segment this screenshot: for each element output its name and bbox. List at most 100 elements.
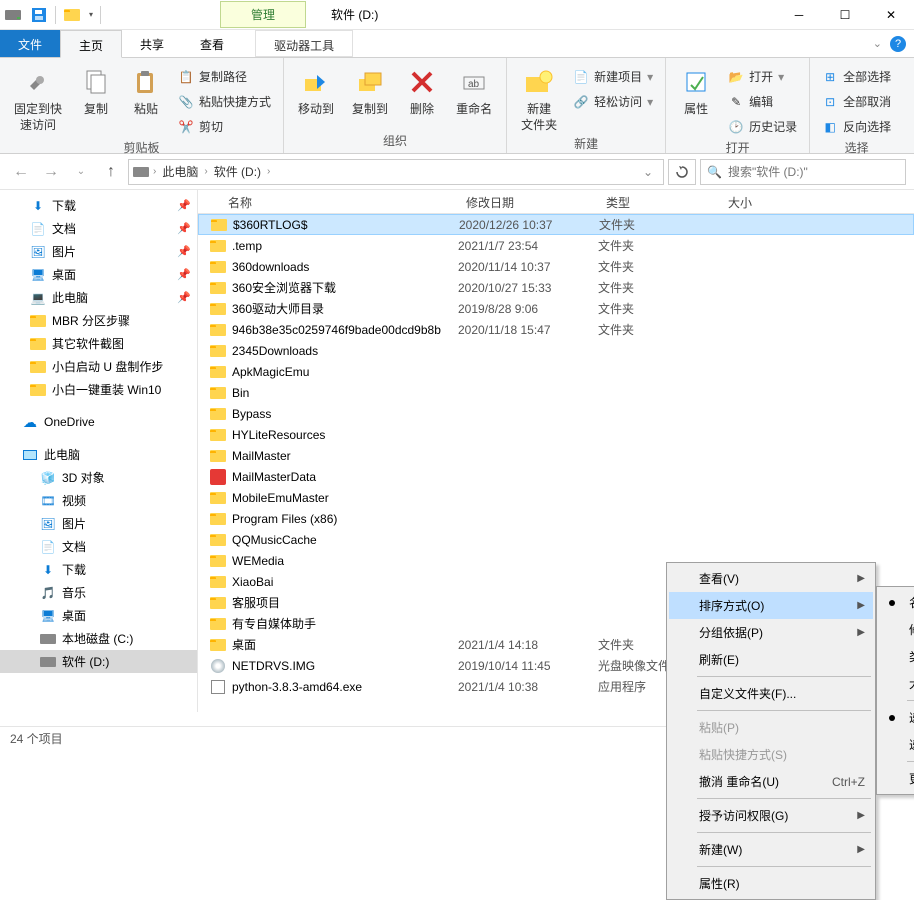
tab-drive-tools[interactable]: 驱动器工具 [255, 30, 353, 57]
open-button[interactable]: 📂打开 ▾ [724, 66, 801, 87]
save-icon[interactable] [29, 5, 49, 25]
tree-onedrive[interactable]: ☁OneDrive [0, 411, 197, 433]
tree-item[interactable]: 本地磁盘 (C:) [0, 627, 197, 650]
history-button[interactable]: 🕑历史记录 [724, 116, 801, 137]
folder-qat-icon[interactable] [62, 5, 82, 25]
pin-quick-access-button[interactable]: 固定到快 速访问 [8, 62, 68, 137]
up-button[interactable]: ↑ [98, 159, 124, 185]
tree-item[interactable]: 🎞视频 [0, 489, 197, 512]
tree-item[interactable]: 🖼图片 [0, 512, 197, 535]
ctx-paste[interactable]: 粘贴(P) [669, 714, 873, 741]
search-box[interactable]: 🔍 [700, 159, 906, 185]
file-row[interactable]: Bin [198, 382, 914, 403]
copy-to-button[interactable]: 复制到 [346, 62, 394, 130]
tree-item[interactable]: MBR 分区步骤 [0, 309, 197, 332]
sort-more[interactable]: 更多(M)... [879, 765, 914, 792]
delete-button[interactable]: 删除 [400, 62, 444, 130]
tree-item[interactable]: 小白一键重装 Win10 [0, 378, 197, 401]
sort-desc[interactable]: 递减(D) [879, 731, 914, 758]
select-none-button[interactable]: ⊡全部取消 [818, 91, 895, 112]
ribbon-toggle-icon[interactable]: ⌄ [873, 37, 882, 50]
sort-name[interactable]: 名称 [879, 589, 914, 616]
tree-item[interactable]: ⬇下载📌 [0, 194, 197, 217]
tree-thispc[interactable]: 此电脑 [0, 443, 197, 466]
tab-home[interactable]: 主页 [60, 30, 122, 58]
qat-dropdown-icon[interactable]: ▾ [85, 10, 97, 19]
sort-date[interactable]: 修改日期 [879, 616, 914, 643]
select-all-button[interactable]: ⊞全部选择 [818, 66, 895, 87]
forward-button[interactable]: → [38, 159, 64, 185]
refresh-button[interactable] [668, 159, 696, 185]
file-row[interactable]: 360驱动大师目录 2019/8/28 9:06 文件夹 [198, 298, 914, 319]
cut-button[interactable]: ✂️剪切 [174, 116, 275, 137]
ctx-new[interactable]: 新建(W)▶ [669, 836, 873, 863]
paste-shortcut-button[interactable]: 📎粘贴快捷方式 [174, 91, 275, 112]
file-row[interactable]: 360downloads 2020/11/14 10:37 文件夹 [198, 256, 914, 277]
minimize-button[interactable]: ─ [776, 0, 822, 30]
file-row[interactable]: MailMasterData [198, 466, 914, 487]
tree-item[interactable]: 🧊3D 对象 [0, 466, 197, 489]
tree-item[interactable]: 💻此电脑📌 [0, 286, 197, 309]
search-input[interactable] [728, 165, 899, 179]
tree-item[interactable]: 🖥桌面📌 [0, 263, 197, 286]
sort-type[interactable]: 类型 [879, 643, 914, 670]
sort-asc[interactable]: 递增(A) [879, 704, 914, 731]
paste-button[interactable]: 粘贴 [124, 62, 168, 137]
history-dropdown[interactable]: ⌄ [68, 159, 94, 185]
edit-button[interactable]: ✎编辑 [724, 91, 801, 112]
file-row[interactable]: $360RTLOG$ 2020/12/26 10:37 文件夹 [198, 214, 914, 235]
new-folder-button[interactable]: 新建 文件夹 [515, 62, 563, 133]
sort-size[interactable]: 大小 [879, 670, 914, 697]
rename-button[interactable]: ab 重命名 [450, 62, 498, 130]
nav-tree[interactable]: ⬇下载📌📄文档📌🖼图片📌🖥桌面📌💻此电脑📌MBR 分区步骤其它软件截图小白启动 … [0, 190, 198, 712]
file-row[interactable]: MobileEmuMaster [198, 487, 914, 508]
addr-dropdown-icon[interactable]: ⌄ [637, 165, 659, 179]
help-icon[interactable]: ? [890, 36, 906, 52]
column-size[interactable]: 大小 [720, 190, 840, 213]
ctx-properties[interactable]: 属性(R) [669, 870, 873, 897]
ctx-sort[interactable]: 排序方式(O)▶ [669, 592, 873, 619]
breadcrumb-thispc[interactable]: 此电脑 [160, 163, 200, 180]
file-row[interactable]: Program Files (x86) [198, 508, 914, 529]
file-row[interactable]: 946b38e35c0259746f9bade00dcd9b8b 2020/11… [198, 319, 914, 340]
tree-item[interactable]: 软件 (D:) [0, 650, 197, 673]
file-row[interactable]: Bypass [198, 403, 914, 424]
file-row[interactable]: QQMusicCache [198, 529, 914, 550]
ctx-grant-access[interactable]: 授予访问权限(G)▶ [669, 802, 873, 829]
file-row[interactable]: 2345Downloads [198, 340, 914, 361]
copy-button[interactable]: 复制 [74, 62, 118, 137]
tab-share[interactable]: 共享 [122, 30, 182, 57]
maximize-button[interactable]: ☐ [822, 0, 868, 30]
tab-view[interactable]: 查看 [182, 30, 242, 57]
move-to-button[interactable]: 移动到 [292, 62, 340, 130]
properties-button[interactable]: 属性 [674, 62, 718, 137]
tab-file[interactable]: 文件 [0, 30, 60, 57]
column-name[interactable]: 名称 [198, 190, 458, 213]
column-date[interactable]: 修改日期 [458, 190, 598, 213]
file-row[interactable]: HYLiteResources [198, 424, 914, 445]
back-button[interactable]: ← [8, 159, 34, 185]
tree-item[interactable]: 📄文档📌 [0, 217, 197, 240]
tree-item[interactable]: 小白启动 U 盘制作步 [0, 355, 197, 378]
tree-item[interactable]: 🖼图片📌 [0, 240, 197, 263]
address-bar[interactable]: › 此电脑 › 软件 (D:) › ⌄ [128, 159, 664, 185]
ctx-undo-rename[interactable]: 撤消 重命名(U)Ctrl+Z [669, 768, 873, 795]
ctx-paste-shortcut[interactable]: 粘贴快捷方式(S) [669, 741, 873, 768]
breadcrumb-drive[interactable]: 软件 (D:) [212, 163, 263, 180]
file-row[interactable]: MailMaster [198, 445, 914, 466]
manage-tab[interactable]: 管理 [220, 1, 306, 28]
tree-item[interactable]: ⬇下载 [0, 558, 197, 581]
tree-item[interactable]: 🎵音乐 [0, 581, 197, 604]
ctx-customize[interactable]: 自定义文件夹(F)... [669, 680, 873, 707]
ctx-group[interactable]: 分组依据(P)▶ [669, 619, 873, 646]
tree-item[interactable]: 🖥桌面 [0, 604, 197, 627]
invert-selection-button[interactable]: ◧反向选择 [818, 116, 895, 137]
new-item-button[interactable]: 📄新建项目 ▾ [569, 66, 657, 87]
file-row[interactable]: ApkMagicEmu [198, 361, 914, 382]
ctx-view[interactable]: 查看(V)▶ [669, 565, 873, 592]
tree-item[interactable]: 📄文档 [0, 535, 197, 558]
close-button[interactable]: ✕ [868, 0, 914, 30]
ctx-refresh[interactable]: 刷新(E) [669, 646, 873, 673]
file-row[interactable]: 360安全浏览器下载 2020/10/27 15:33 文件夹 [198, 277, 914, 298]
easy-access-button[interactable]: 🔗轻松访问 ▾ [569, 91, 657, 112]
